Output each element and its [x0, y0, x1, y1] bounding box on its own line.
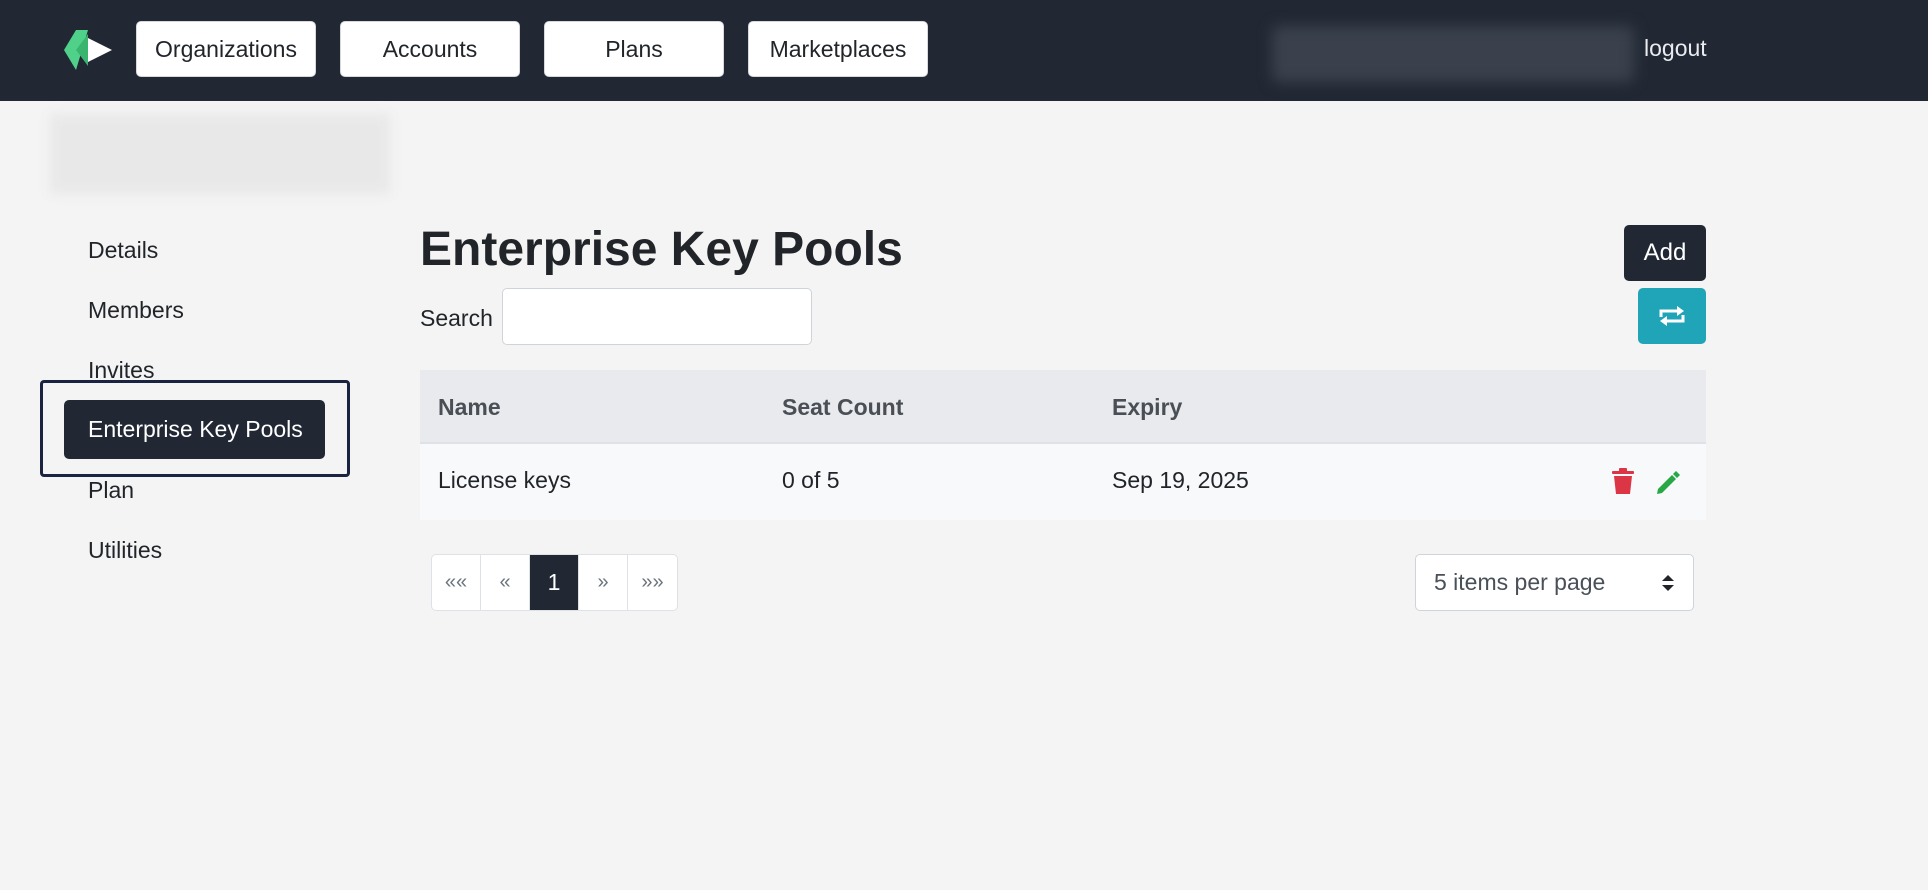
cell-seat-count: 0 of 5 [782, 467, 840, 493]
select-arrows-icon [1662, 575, 1674, 591]
key-pools-table: Name Seat Count Expiry License keys 0 of… [420, 370, 1706, 520]
user-email-redacted [1272, 26, 1634, 82]
sidebar-item-plan[interactable]: Plan [88, 477, 134, 504]
pagination: «« « 1 » »» [431, 554, 678, 611]
team-name-redacted [50, 114, 390, 194]
pencil-icon[interactable] [1654, 467, 1680, 495]
page-first-button[interactable]: «« [432, 555, 481, 610]
page-prev-button[interactable]: « [481, 555, 530, 610]
page-last-button[interactable]: »» [628, 555, 677, 610]
sidebar-item-enterprise-key-pools[interactable]: Enterprise Key Pools [64, 400, 325, 459]
search-label: Search [420, 305, 493, 331]
nav-marketplaces-button[interactable]: Marketplaces [748, 21, 928, 77]
column-header-seat-count[interactable]: Seat Count [782, 394, 903, 421]
sidebar-item-members[interactable]: Members [88, 297, 184, 324]
cell-expiry: Sep 19, 2025 [1112, 467, 1249, 493]
table-header: Name Seat Count Expiry [420, 370, 1706, 444]
column-header-expiry[interactable]: Expiry [1112, 394, 1182, 421]
items-per-page-value: 5 items per page [1434, 569, 1606, 595]
sidebar-item-utilities[interactable]: Utilities [88, 537, 162, 564]
refresh-button[interactable] [1638, 288, 1706, 344]
cell-name: License keys [438, 467, 571, 493]
page-title: Enterprise Key Pools [420, 223, 903, 276]
logout-link[interactable]: logout [1644, 35, 1707, 62]
top-navbar: Organizations Accounts Plans Marketplace… [0, 0, 1928, 101]
refresh-icon [1659, 306, 1685, 326]
items-per-page-select[interactable]: 5 items per page [1415, 554, 1694, 611]
brand-logo[interactable] [62, 28, 114, 72]
table-row: License keys 0 of 5 Sep 19, 2025 [420, 444, 1706, 520]
column-header-name[interactable]: Name [438, 394, 501, 421]
trash-icon[interactable] [1610, 467, 1636, 495]
search-input[interactable] [502, 288, 812, 345]
add-button[interactable]: Add [1624, 225, 1706, 281]
nav-organizations-button[interactable]: Organizations [136, 21, 316, 77]
page-current-button[interactable]: 1 [530, 555, 579, 610]
nav-accounts-button[interactable]: Accounts [340, 21, 520, 77]
page-next-button[interactable]: » [579, 555, 628, 610]
nav-plans-button[interactable]: Plans [544, 21, 724, 77]
sidebar-item-details[interactable]: Details [88, 237, 158, 264]
